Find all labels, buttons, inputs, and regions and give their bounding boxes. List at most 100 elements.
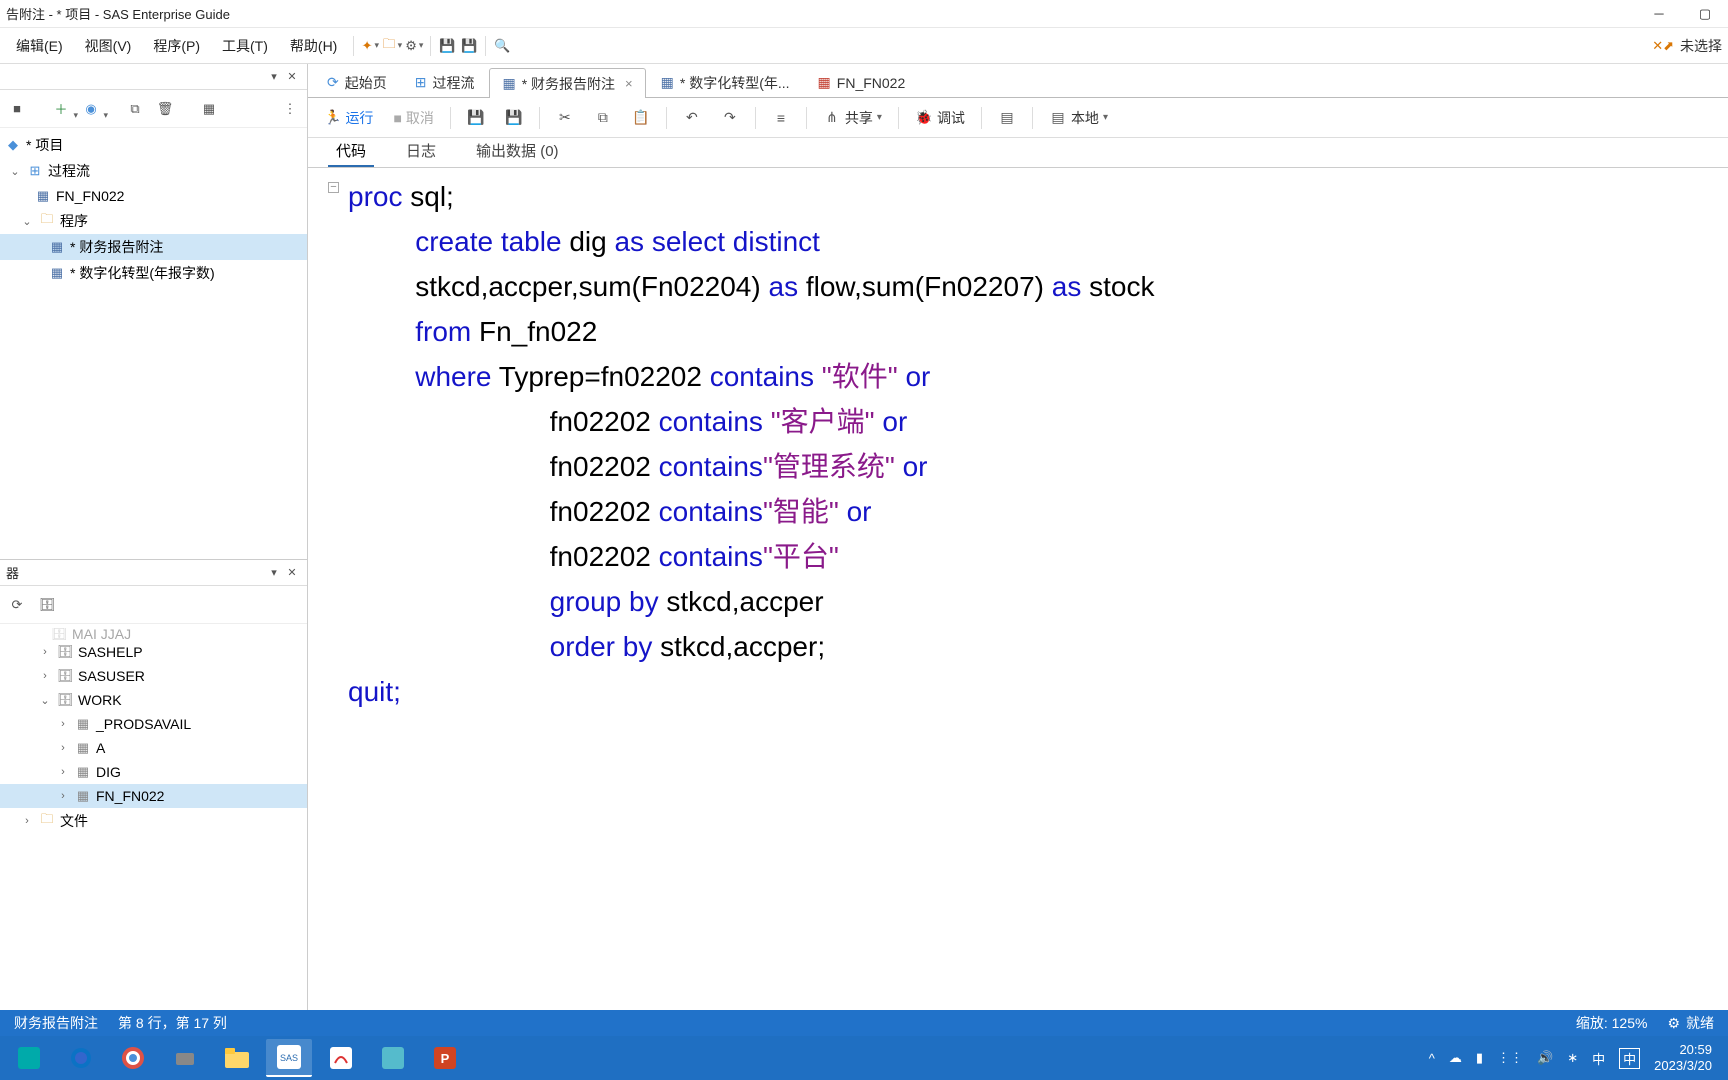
menu-edit[interactable]: 编辑(E)	[6, 32, 73, 60]
add-icon[interactable]: ＋	[50, 98, 72, 120]
onedrive-icon[interactable]: ☁	[1449, 1050, 1462, 1066]
tab-financial-notes[interactable]: ▦ * 财务报告附注 ×	[489, 68, 645, 98]
debug-button[interactable]: 🐞 调试	[909, 105, 971, 131]
expand-icon[interactable]: ›	[56, 742, 70, 754]
delete-icon[interactable]: 🗑	[154, 98, 176, 120]
tree-sashelp[interactable]: › 🗄 SASHELP	[0, 640, 307, 664]
taskbar-sas[interactable]: SAS	[266, 1039, 312, 1077]
expand-icon[interactable]: ›	[38, 670, 52, 682]
pane-close-icon[interactable]: ✕	[283, 566, 301, 579]
collapse-icon[interactable]: ⌄	[8, 165, 22, 178]
menu-view[interactable]: 视图(V)	[75, 32, 142, 60]
settings-icon[interactable]: ⚙	[404, 36, 424, 56]
more-icon[interactable]: ⋮	[279, 98, 301, 120]
stop-icon[interactable]: ■	[6, 98, 28, 120]
save-button[interactable]: 💾	[461, 105, 491, 131]
taskbar-edge[interactable]	[58, 1039, 104, 1077]
undo-button[interactable]: ↶	[677, 105, 707, 131]
tab-digital-transform[interactable]: ▦ * 数字化转型(年...	[648, 67, 803, 97]
library-icon: 🗄	[56, 691, 74, 709]
subtab-code[interactable]: 代码	[328, 136, 374, 167]
table-icon: ▦	[74, 715, 92, 733]
pane-menu-icon[interactable]: ▾	[265, 70, 283, 83]
taskbar-explorer[interactable]	[214, 1039, 260, 1077]
battery-icon[interactable]: ▮	[1476, 1050, 1483, 1066]
new-file-icon[interactable]: ✦	[360, 36, 380, 56]
save-as-button[interactable]: 💾	[499, 105, 529, 131]
volume-icon[interactable]: 🔊	[1537, 1050, 1553, 1066]
flow-icon: ⊞	[26, 162, 44, 180]
ime-icon-2[interactable]: 中	[1619, 1048, 1640, 1069]
server-pane-title: 器	[6, 563, 265, 582]
ime-icon-1[interactable]: 中	[1592, 1049, 1605, 1068]
menu-tools[interactable]: 工具(T)	[212, 32, 278, 60]
pane-close-icon[interactable]: ✕	[283, 70, 301, 83]
tree-a[interactable]: › ▦ A	[0, 736, 307, 760]
windows-taskbar: SAS P ^ ☁ ▮ ⋮⋮ 🔊 ∗ 中 中 20:59 2023/3/20	[0, 1036, 1728, 1080]
expand-icon[interactable]: ›	[20, 815, 34, 827]
tree-sasuser[interactable]: › 🗄 SASUSER	[0, 664, 307, 688]
redo-button[interactable]: ↷	[715, 105, 745, 131]
properties-icon[interactable]: ▦	[198, 98, 220, 120]
tree-program-2[interactable]: ▦ * 数字化转型(年报字数)	[0, 260, 307, 286]
open-folder-icon[interactable]: 🗀	[382, 36, 402, 56]
tree-program-1[interactable]: ▦ * 财务报告附注	[0, 234, 307, 260]
copy-button[interactable]: ⧉	[588, 105, 618, 131]
search-icon[interactable]: 🔍	[492, 36, 512, 56]
code-editor[interactable]: −proc sql; create table dig as select di…	[308, 168, 1728, 1010]
flow-icon[interactable]: ◉	[80, 98, 102, 120]
save-all-icon[interactable]: 💾	[459, 36, 479, 56]
tree-process-flow[interactable]: ⌄ ⊞ 过程流	[0, 158, 307, 184]
save-icon[interactable]: 💾	[437, 36, 457, 56]
tree-dig[interactable]: › ▦ DIG	[0, 760, 307, 784]
tree-prodsavail[interactable]: › ▦ _PRODSAVAIL	[0, 712, 307, 736]
tab-fn-fn022[interactable]: ▦ FN_FN022	[805, 67, 919, 97]
close-tab-icon[interactable]: ×	[625, 76, 633, 91]
menu-help[interactable]: 帮助(H)	[280, 32, 347, 60]
status-zoom[interactable]: 缩放: 125%	[1576, 1013, 1648, 1033]
subtab-output[interactable]: 输出数据 (0)	[468, 136, 567, 167]
taskbar-chrome[interactable]	[110, 1039, 156, 1077]
taskbar-acrobat[interactable]	[318, 1039, 364, 1077]
cut-button[interactable]: ✂	[550, 105, 580, 131]
tree-fn-fn022-table[interactable]: › ▦ FN_FN022	[0, 784, 307, 808]
expand-icon[interactable]: ›	[56, 718, 70, 730]
menu-program[interactable]: 程序(P)	[143, 32, 210, 60]
bluetooth-icon[interactable]: ∗	[1567, 1050, 1578, 1066]
subtab-log[interactable]: 日志	[398, 136, 444, 167]
tree-programs-folder[interactable]: ⌄ 🗀 程序	[0, 208, 307, 234]
taskbar-app-1[interactable]	[6, 1039, 52, 1077]
collapse-icon[interactable]: ⌄	[38, 694, 52, 707]
tree-cut-item[interactable]: 🗄 MAI JJAJ	[0, 628, 307, 640]
tab-start[interactable]: ⟳ 起始页	[314, 67, 400, 97]
tree-project-root[interactable]: ◆ * 项目	[0, 132, 307, 158]
taskbar-app-3[interactable]	[370, 1039, 416, 1077]
taskbar-clock[interactable]: 20:59 2023/3/20	[1654, 1042, 1712, 1073]
minimize-button[interactable]: ─	[1650, 5, 1668, 23]
expand-icon[interactable]: ›	[38, 646, 52, 658]
expand-icon[interactable]: ›	[56, 790, 70, 802]
taskbar-powerpoint[interactable]: P	[422, 1039, 468, 1077]
run-button[interactable]: 🏃 运行	[318, 105, 379, 131]
fold-icon[interactable]: −	[328, 182, 339, 193]
tree-files[interactable]: › 🗀 文件	[0, 808, 307, 834]
paste-button[interactable]: 📋	[626, 105, 656, 131]
redo-icon: ↷	[721, 109, 739, 127]
expand-icon[interactable]: ›	[56, 766, 70, 778]
library-icon[interactable]: 🗄	[36, 594, 58, 616]
pane-menu-icon[interactable]: ▾	[265, 566, 283, 579]
tree-fn-fn022[interactable]: ▦ FN_FN022	[0, 184, 307, 208]
wifi-icon[interactable]: ⋮⋮	[1497, 1050, 1523, 1066]
copy-icon[interactable]: ⧉	[124, 98, 146, 120]
refresh-icon[interactable]: ⟳	[6, 594, 28, 616]
format-button[interactable]: ≡	[766, 105, 796, 131]
maximize-button[interactable]: ▢	[1696, 5, 1714, 23]
list-button[interactable]: ▤	[992, 105, 1022, 131]
tray-expand-icon[interactable]: ^	[1429, 1051, 1435, 1066]
tree-work[interactable]: ⌄ 🗄 WORK	[0, 688, 307, 712]
taskbar-app-2[interactable]	[162, 1039, 208, 1077]
tab-flow[interactable]: ⊞ 过程流	[402, 67, 488, 97]
share-button[interactable]: ⋔ 共享 ▾	[817, 105, 888, 131]
collapse-icon[interactable]: ⌄	[20, 215, 34, 228]
location-dropdown[interactable]: ▤ 本地 ▾	[1043, 105, 1114, 131]
